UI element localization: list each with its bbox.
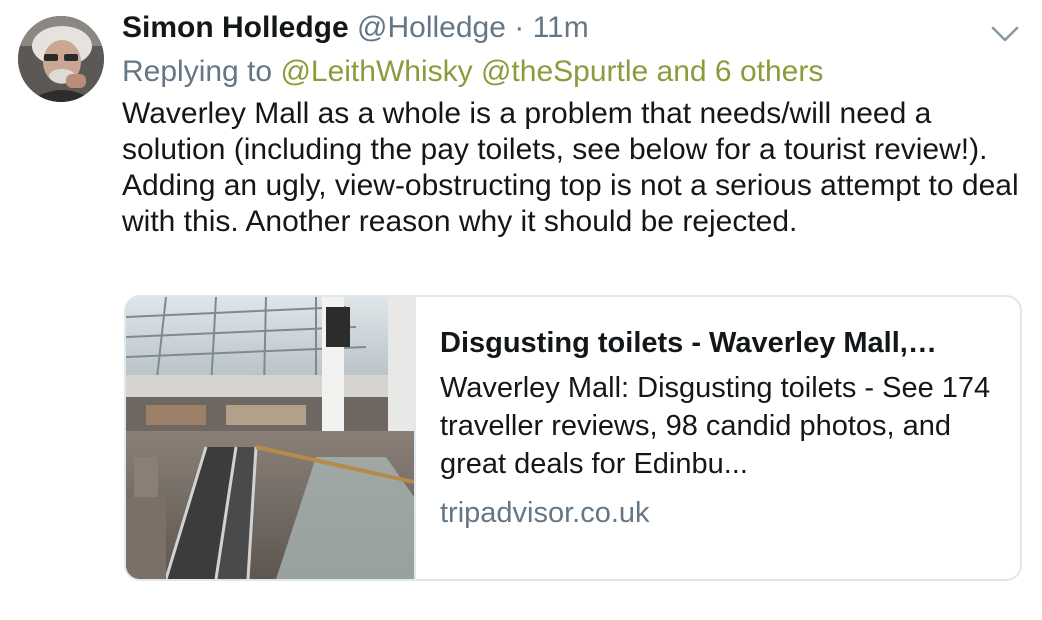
card-description: Waverley Mall: Disgusting toilets - See … (440, 372, 991, 480)
link-card[interactable]: Disgusting toilets - Waverley Mall,… Wav… (124, 295, 1022, 581)
replying-to: Replying to @LeithWhisky @theSpurtle and… (122, 54, 823, 90)
separator-dot: · (514, 11, 525, 44)
chevron-down-icon[interactable] (988, 18, 1022, 48)
card-text: Disgusting toilets - Waverley Mall,… Wav… (440, 325, 1000, 531)
card-domain: tripadvisor.co.uk (440, 497, 650, 529)
author-name[interactable]: Simon Holledge (122, 11, 349, 44)
tweet-text: Waverley Mall as a whole is a problem th… (122, 97, 1019, 238)
tweet-header: Simon Holledge @Holledge · 11m (122, 10, 589, 46)
mention-link[interactable]: @theSpurtle (481, 55, 648, 88)
card-image (126, 297, 416, 579)
mention-link[interactable]: @LeithWhisky (280, 55, 472, 88)
author-handle[interactable]: @Holledge (357, 11, 506, 44)
tweet: Simon Holledge @Holledge · 11m Replying … (0, 0, 1042, 620)
timestamp[interactable]: 11m (533, 11, 589, 44)
card-title[interactable]: Disgusting toilets - Waverley Mall,… (440, 325, 1000, 361)
replying-prefix: Replying to (122, 55, 273, 88)
avatar[interactable] (18, 16, 104, 102)
others-link[interactable]: and 6 others (657, 55, 824, 88)
